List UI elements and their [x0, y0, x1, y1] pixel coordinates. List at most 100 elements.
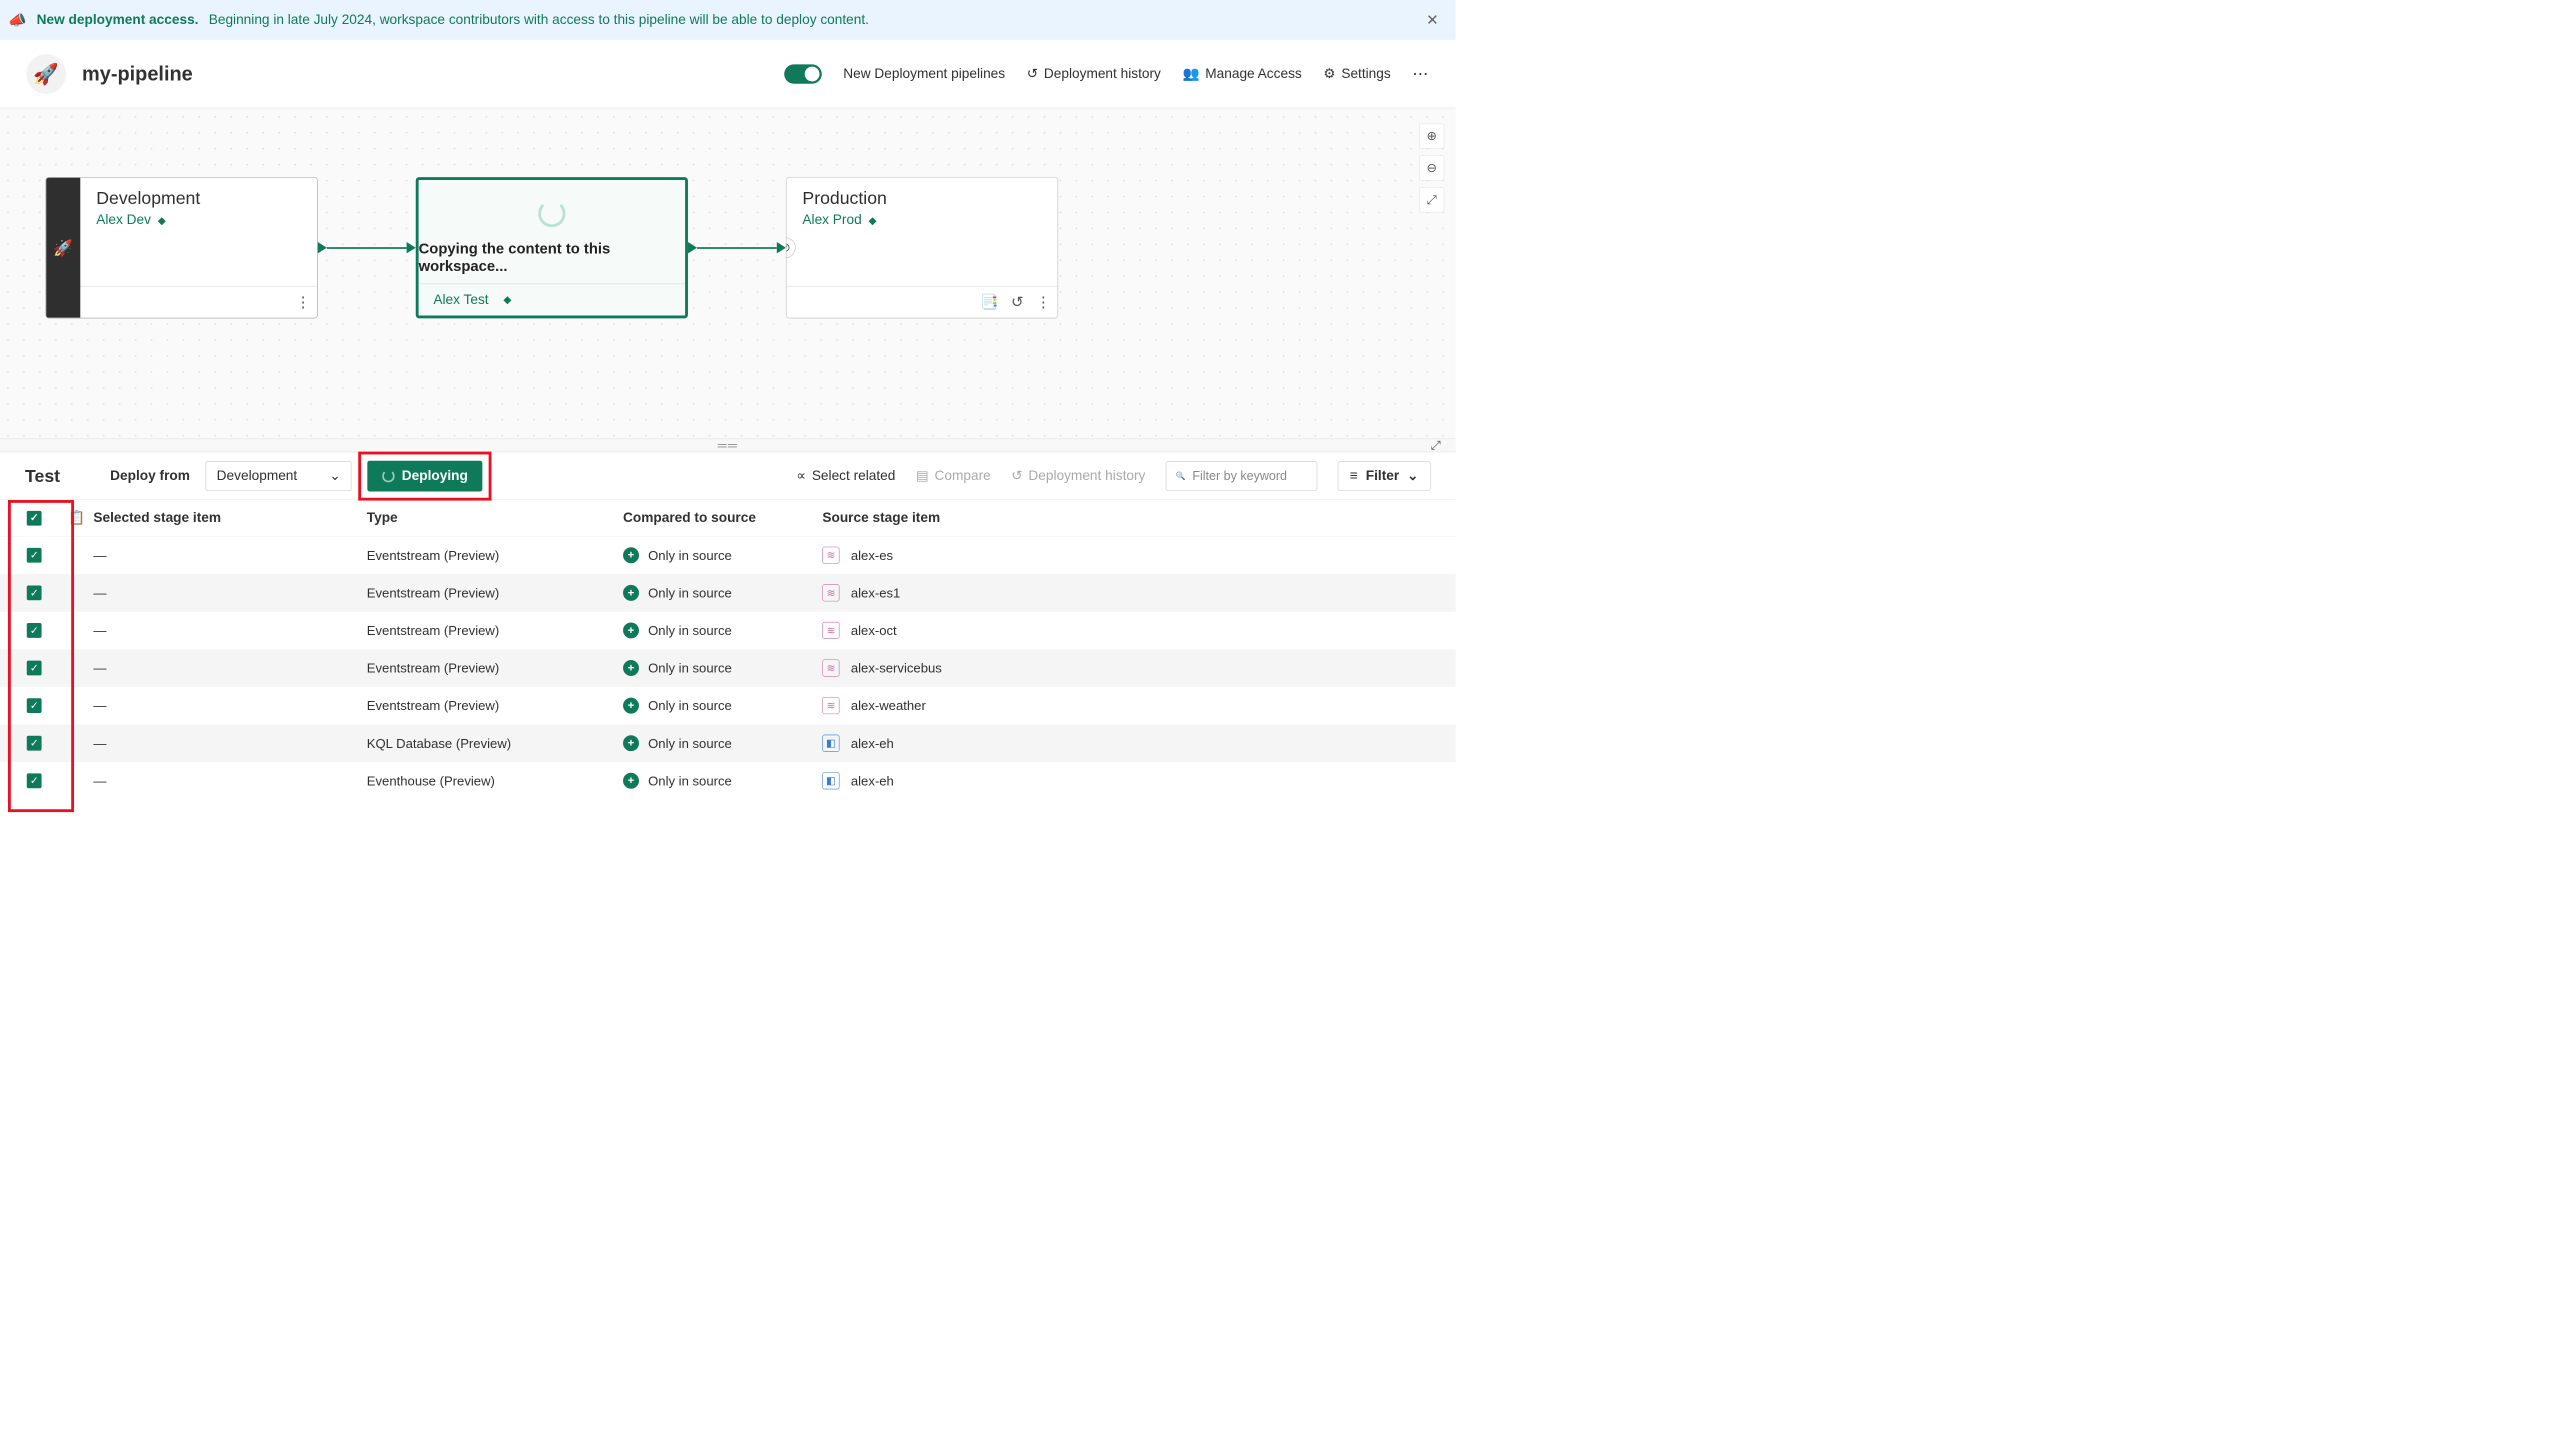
settings-button[interactable]: ⚙ Settings — [1323, 65, 1390, 82]
toolbar-history-label: Deployment history — [1028, 468, 1145, 484]
stage-toolbar: Test Deploy from Development ⌄ Deploying… — [0, 452, 1456, 500]
pipeline-canvas[interactable]: ⊕ ⊖ ⤢ 🚀 Development Alex Dev ◆ ⋮ — [0, 108, 1456, 438]
banner-title: New deployment access. — [37, 12, 199, 28]
rules-icon[interactable]: 📑 — [980, 293, 998, 311]
stage-card-production[interactable]: ⊘ Production Alex Prod ◆ 📑 ↺ ⋮ — [786, 177, 1058, 318]
selected-cell: — — [93, 660, 366, 675]
select-all-checkbox[interactable]: ✓ — [27, 511, 42, 526]
filter-label: Filter — [1366, 468, 1399, 484]
table-header-row: ✓ 📋 Selected stage item Type Compared to… — [0, 500, 1456, 536]
filter-button[interactable]: ≡ Filter ⌄ — [1338, 461, 1431, 491]
row-checkbox[interactable]: ✓ — [27, 661, 42, 676]
more-options-button[interactable]: ⋯ — [1412, 64, 1429, 83]
workspace-link-prod[interactable]: Alex Prod — [802, 212, 861, 227]
selected-cell: — — [93, 698, 366, 713]
fit-view-button[interactable]: ⤢ — [1419, 187, 1444, 212]
compared-cell: + Only in source — [623, 622, 822, 638]
page-header: 🚀 my-pipeline New Deployment pipelines ↺… — [0, 40, 1456, 108]
item-type-icon: ◧ — [822, 772, 839, 789]
expand-panel-button[interactable]: ⤢ — [1431, 438, 1441, 453]
table-row[interactable]: ✓ — Eventhouse (Preview) + Only in sourc… — [0, 762, 1456, 800]
row-checkbox[interactable]: ✓ — [27, 585, 42, 600]
filter-icon: ≡ — [1350, 468, 1358, 484]
loading-spinner-icon — [538, 200, 565, 227]
plus-icon: + — [623, 622, 639, 638]
table-row[interactable]: ✓ — KQL Database (Preview) + Only in sou… — [0, 724, 1456, 762]
deploy-button[interactable]: Deploying — [368, 460, 483, 491]
compare-button: ▤ Compare — [916, 468, 991, 485]
banner-message: Beginning in late July 2024, workspace c… — [209, 12, 869, 28]
compared-cell: + Only in source — [623, 773, 822, 789]
rocket-icon: 🚀 — [46, 178, 80, 318]
row-checkbox[interactable]: ✓ — [27, 773, 42, 788]
compared-cell: + Only in source — [623, 660, 822, 676]
table-row[interactable]: ✓ — Eventstream (Preview) + Only in sour… — [0, 649, 1456, 687]
new-pipelines-toggle[interactable] — [784, 64, 822, 83]
pipeline-title: my-pipeline — [82, 62, 193, 85]
toolbar-history-button: ↺ Deployment history — [1011, 468, 1145, 485]
row-checkbox[interactable]: ✓ — [27, 698, 42, 713]
selected-cell: — — [93, 736, 366, 751]
table-row[interactable]: ✓ — Eventstream (Preview) + Only in sour… — [0, 612, 1456, 650]
copying-message: Copying the content to this workspace... — [419, 240, 686, 275]
row-checkbox[interactable]: ✓ — [27, 736, 42, 751]
stage-more-button[interactable]: ⋮ — [296, 293, 311, 311]
stage-title-prod: Production — [802, 188, 1041, 209]
workspace-link-dev[interactable]: Alex Dev — [96, 212, 151, 227]
table-row[interactable]: ✓ — Eventstream (Preview) + Only in sour… — [0, 574, 1456, 612]
source-cell: ≋ alex-es1 — [822, 584, 1061, 601]
workspace-link-test[interactable]: Alex Test — [433, 292, 488, 308]
search-icon: 🔍 — [1176, 471, 1186, 481]
item-type-icon: ≋ — [822, 622, 839, 639]
select-related-button[interactable]: ∝ Select related — [796, 468, 895, 485]
stage-history-icon[interactable]: ↺ — [1011, 293, 1023, 311]
type-cell: Eventstream (Preview) — [367, 623, 623, 638]
selected-cell: — — [93, 773, 366, 788]
panel-splitter[interactable]: ══ ⤢ — [0, 439, 1456, 453]
row-checkbox[interactable]: ✓ — [27, 623, 42, 638]
compared-cell: + Only in source — [623, 698, 822, 714]
manage-access-button[interactable]: 👥 Manage Access — [1183, 65, 1302, 82]
source-cell: ◧ alex-eh — [822, 735, 1061, 752]
zoom-in-button[interactable]: ⊕ — [1419, 124, 1444, 149]
history-label: Deployment history — [1044, 66, 1161, 82]
table-row[interactable]: ✓ — Eventstream (Preview) + Only in sour… — [0, 536, 1456, 574]
plus-icon: + — [623, 773, 639, 789]
chevron-down-icon: ⌄ — [1407, 468, 1418, 485]
plus-icon: + — [623, 735, 639, 751]
deployment-history-button[interactable]: ↺ Deployment history — [1027, 65, 1161, 82]
info-banner: 📣 New deployment access. Beginning in la… — [0, 0, 1456, 40]
zoom-out-button[interactable]: ⊖ — [1419, 155, 1444, 180]
chevron-down-icon: ⌄ — [329, 468, 340, 485]
item-type-icon: ≋ — [822, 659, 839, 676]
col-selected-header: Selected stage item — [93, 510, 366, 526]
table-row[interactable]: ✓ — Eventstream (Preview) + Only in sour… — [0, 687, 1456, 725]
row-checkbox[interactable]: ✓ — [27, 548, 42, 563]
compared-cell: + Only in source — [623, 735, 822, 751]
deploy-button-label: Deploying — [402, 468, 468, 484]
grip-icon: ══ — [718, 438, 738, 453]
stage-card-development[interactable]: 🚀 Development Alex Dev ◆ ⋮ — [46, 177, 318, 318]
deploy-from-dropdown[interactable]: Development ⌄ — [206, 461, 352, 491]
connector-dev-test — [318, 242, 416, 253]
history-icon: ↺ — [1011, 468, 1022, 485]
stage-card-test[interactable]: Copying the content to this workspace...… — [416, 177, 688, 318]
stage-more-button[interactable]: ⋮ — [1036, 293, 1051, 311]
type-cell: KQL Database (Preview) — [367, 736, 623, 751]
compared-cell: + Only in source — [623, 547, 822, 563]
selected-cell: — — [93, 623, 366, 638]
history-icon: ↺ — [1027, 65, 1038, 82]
banner-close-button[interactable]: ✕ — [1426, 11, 1438, 29]
source-cell: ≋ alex-es — [822, 547, 1061, 564]
type-cell: Eventhouse (Preview) — [367, 773, 623, 788]
diamond-icon: ◆ — [158, 215, 166, 226]
items-table-wrap: ✓ 📋 Selected stage item Type Compared to… — [0, 500, 1456, 800]
type-cell: Eventstream (Preview) — [367, 660, 623, 675]
search-input[interactable] — [1192, 468, 1356, 483]
plus-icon: + — [623, 698, 639, 714]
search-box[interactable]: 🔍 — [1166, 461, 1317, 491]
selected-cell: — — [93, 548, 366, 563]
pipeline-icon: 🚀 — [26, 54, 66, 94]
plus-icon: + — [623, 547, 639, 563]
people-icon: 👥 — [1183, 65, 1200, 82]
